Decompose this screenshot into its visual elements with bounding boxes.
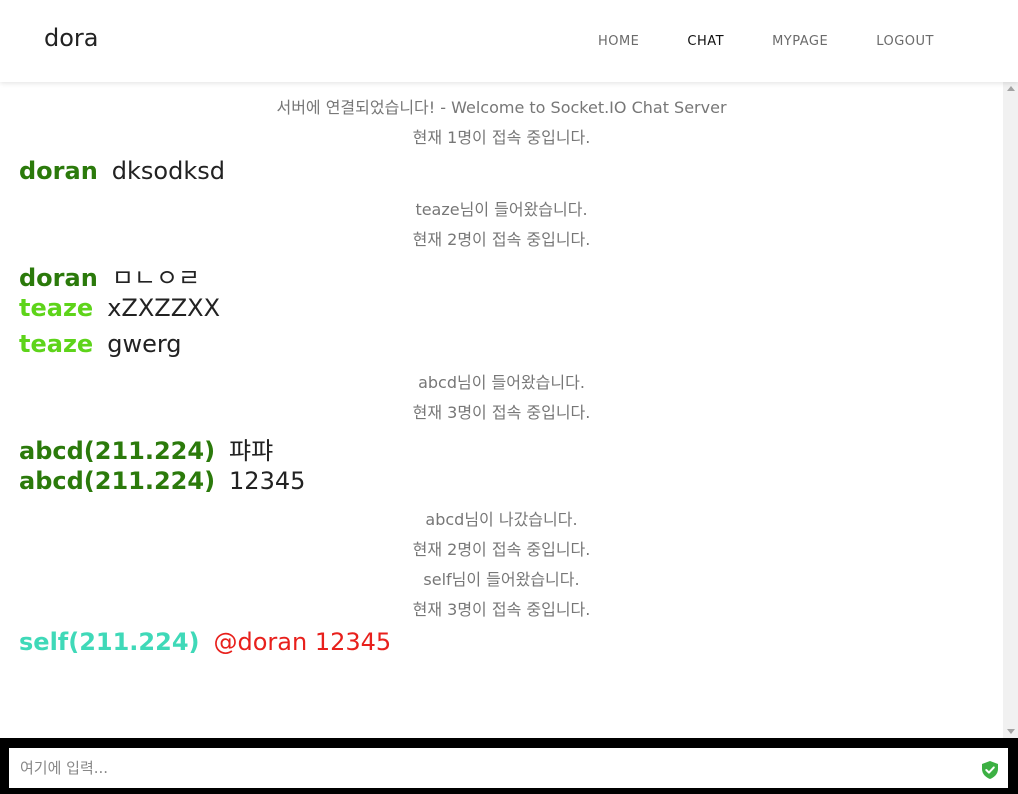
scroll-down-arrow-icon[interactable] — [1007, 729, 1015, 734]
message-username: teaze — [19, 330, 94, 358]
chat-message: abcd(211.224) 12345 — [19, 467, 305, 495]
chat-message: teaze gwerg — [19, 330, 182, 358]
system-message: abcd님이 나갔습니다. — [425, 510, 578, 529]
message-username: self(211.224) — [19, 628, 200, 656]
message-text: dksodksd — [111, 157, 225, 185]
system-message: 현재 1명이 접속 중입니다. — [412, 128, 591, 147]
chat-message: abcd(211.224) 퍄퍄 — [19, 431, 273, 466]
chat-message: teaze xZXZZXX — [19, 294, 220, 322]
system-message: abcd님이 들어왔습니다. — [418, 373, 585, 392]
scroll-up-arrow-icon[interactable] — [1007, 86, 1015, 91]
nav-logout-link[interactable]: LOGOUT — [876, 34, 934, 49]
brand-logo[interactable]: dora — [44, 24, 99, 52]
message-username: teaze — [19, 294, 94, 322]
chat-log[interactable]: 서버에 연결되었습니다! - Welcome to Socket.IO Chat… — [0, 82, 1003, 738]
message-username: doran — [19, 157, 98, 185]
system-message: teaze님이 들어왔습니다. — [415, 200, 588, 219]
chat-message: doran dksodksd — [19, 157, 225, 185]
message-text: gwerg — [107, 330, 182, 358]
message-text: ㅁㄴㅇㄹ — [111, 264, 201, 292]
chat-message: doran ㅁㄴㅇㄹ — [19, 258, 200, 293]
message-username: abcd(211.224) — [19, 467, 216, 495]
shield-shape — [982, 761, 998, 779]
shield-check-icon[interactable] — [980, 760, 1000, 780]
nav-mypage-link[interactable]: MYPAGE — [772, 34, 828, 49]
system-message: 서버에 연결되었습니다! - Welcome to Socket.IO Chat… — [276, 98, 727, 117]
nav-links: HOME CHAT MYPAGE LOGOUT — [550, 34, 934, 49]
message-text: @doran 12345 — [213, 628, 392, 656]
chat-scrollbar[interactable] — [1003, 82, 1018, 738]
system-message: 현재 2명이 접속 중입니다. — [412, 540, 591, 559]
message-input[interactable] — [9, 748, 1008, 788]
message-username: doran — [19, 264, 98, 292]
system-message: 현재 3명이 접속 중입니다. — [412, 600, 591, 619]
navbar: dora HOME CHAT MYPAGE LOGOUT — [0, 0, 1018, 82]
system-message: 현재 3명이 접속 중입니다. — [412, 403, 591, 422]
message-input-bar — [0, 738, 1018, 794]
message-text: 12345 — [229, 467, 306, 495]
message-text: xZXZZXX — [107, 294, 221, 322]
system-message: self님이 들어왔습니다. — [423, 570, 580, 589]
chat-message: self(211.224) @doran 12345 — [19, 628, 391, 656]
message-text: 퍄퍄 — [229, 437, 274, 465]
message-username: abcd(211.224) — [19, 437, 216, 465]
system-message: 현재 2명이 접속 중입니다. — [412, 230, 591, 249]
nav-home-link[interactable]: HOME — [598, 34, 639, 49]
nav-chat-link[interactable]: CHAT — [687, 34, 724, 49]
